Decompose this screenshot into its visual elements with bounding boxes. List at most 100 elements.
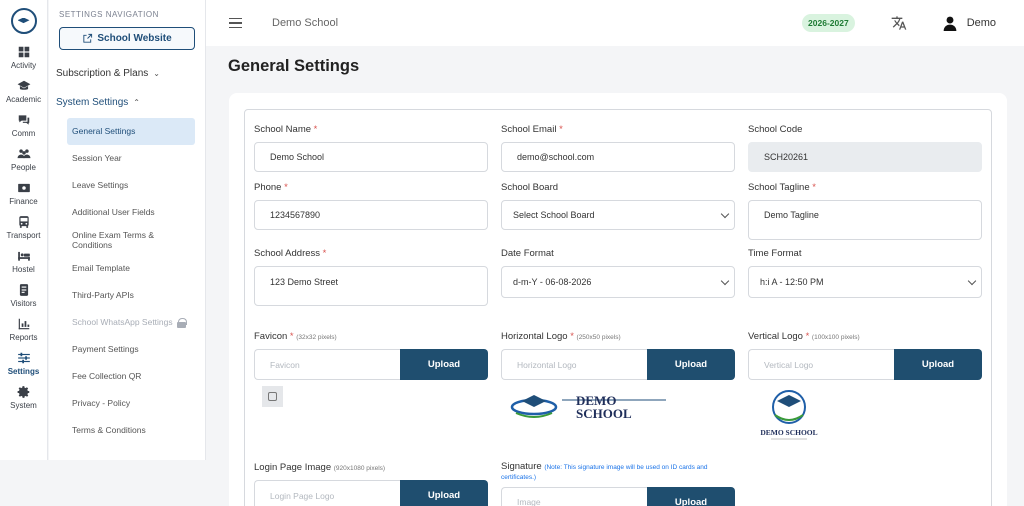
horizontal-logo-upload: Horizontal Logo Upload	[501, 349, 735, 380]
settings-nav-item-label: Privacy - Policy	[72, 397, 131, 408]
rail-item-label: Visitors	[10, 298, 37, 308]
session-year-badge[interactable]: 2026-2027	[802, 14, 855, 32]
rail-item-label: Academic	[5, 94, 42, 104]
school-board-value: Select School Board	[513, 210, 595, 220]
login-image-file-input[interactable]: Login Page Logo	[254, 480, 400, 506]
rail-item-academic[interactable]: Academic	[0, 74, 47, 108]
settings-nav-item-online-exam-terms-conditions[interactable]: Online Exam Terms & Conditions	[67, 226, 195, 255]
school-website-button[interactable]: School Website	[59, 27, 195, 50]
signature-label: Signature	[501, 461, 542, 472]
horizontal-logo-file-input[interactable]: Horizontal Logo	[501, 349, 647, 380]
horizontal-logo-hint: (250x50 pixels)	[576, 334, 621, 341]
school-tagline-textarea[interactable]: Demo Tagline	[748, 200, 982, 240]
chevron-down-icon	[720, 276, 730, 285]
general-settings-form: School Name * Demo School School Email *…	[244, 109, 992, 506]
rail-item-label: Hostel	[12, 264, 35, 274]
school-email-label: School Email	[501, 124, 557, 135]
demo-school-vertical-logo: DEMO SCHOOL	[760, 390, 818, 440]
settings-nav-item-additional-user-fields[interactable]: Additional User Fields	[67, 199, 195, 226]
required-mark: *	[313, 124, 318, 135]
settings-nav-item-privacy-policy[interactable]: Privacy - Policy	[67, 390, 195, 417]
subscription-plans-label: Subscription & Plans	[56, 68, 149, 79]
system-settings-group[interactable]: System Settings ⌃	[56, 97, 205, 108]
sliders-icon	[17, 352, 30, 363]
rail-item-visitors[interactable]: Visitors	[0, 278, 47, 312]
settings-nav-item-session-year[interactable]: Session Year	[67, 145, 195, 172]
lock-icon	[176, 317, 187, 328]
school-address-field: School Address * 123 Demo Street	[254, 248, 488, 306]
phone-label: Phone	[254, 182, 282, 193]
settings-nav-title: SETTINGS NAVIGATION	[59, 10, 159, 19]
settings-nav-item-general-settings[interactable]: General Settings	[67, 118, 195, 145]
grid-icon	[18, 46, 29, 57]
signature-file-input[interactable]: Image	[501, 486, 647, 506]
settings-nav-item-third-party-apis[interactable]: Third-Party APIs	[67, 282, 195, 309]
rail-item-reports[interactable]: Reports	[0, 312, 47, 346]
required-mark: *	[284, 182, 288, 193]
rail-item-finance[interactable]: Finance	[0, 176, 47, 210]
rail-item-label: Activity	[10, 60, 37, 70]
school-address-label: School Address	[254, 248, 321, 259]
school-address-textarea[interactable]: 123 Demo Street	[254, 266, 488, 306]
vertical-logo-preview: DEMO SCHOOL	[757, 385, 821, 445]
header-school-name: Demo School	[272, 17, 339, 29]
rail-item-transport[interactable]: Transport	[0, 210, 47, 244]
rail-item-system[interactable]: System	[0, 380, 47, 414]
settings-nav-item-leave-settings[interactable]: Leave Settings	[67, 172, 195, 199]
user-avatar-icon[interactable]	[943, 16, 957, 31]
graduation-cap-icon	[17, 80, 30, 90]
horizontal-logo-field: Horizontal Logo * (250x50 pixels) Horizo…	[501, 331, 735, 380]
signature-upload-button[interactable]: Upload	[647, 486, 735, 506]
translate-icon[interactable]	[891, 15, 907, 31]
horizontal-logo-upload-button[interactable]: Upload	[647, 349, 735, 380]
settings-nav-item-terms-conditions[interactable]: Terms & Conditions	[67, 417, 195, 444]
rail-item-activity[interactable]: Activity	[0, 40, 47, 74]
vertical-logo-field: Vertical Logo * (100x100 pixels) Vertica…	[748, 331, 982, 380]
favicon-upload-button[interactable]: Upload	[400, 349, 488, 380]
demo-school-horizontal-logo: DEMO SCHOOL	[510, 393, 666, 421]
rail-item-settings[interactable]: Settings	[0, 346, 47, 380]
school-board-select[interactable]: Select School Board	[501, 200, 735, 230]
date-format-value: d-m-Y - 06-08-2026	[513, 277, 592, 287]
rail-item-label: People	[11, 162, 36, 172]
required-mark: *	[805, 331, 810, 342]
vertical-logo-hint: (100x100 pixels)	[811, 334, 860, 341]
system-settings-list: General Settings Session Year Leave Settin…	[49, 118, 205, 444]
menu-toggle-icon[interactable]	[229, 17, 242, 29]
id-card-icon	[19, 283, 28, 296]
school-name-input[interactable]: Demo School	[254, 142, 488, 172]
phone-input[interactable]: 1234567890	[254, 200, 488, 230]
time-format-select[interactable]: h:i A - 12:50 PM	[748, 266, 982, 298]
date-format-select[interactable]: d-m-Y - 06-08-2026	[501, 266, 735, 298]
rail-item-people[interactable]: People	[0, 142, 47, 176]
vertical-logo-label: Vertical Logo	[748, 331, 803, 342]
rail-item-label: Reports	[9, 332, 38, 342]
subscription-plans-group[interactable]: Subscription & Plans ⌄	[56, 68, 205, 79]
settings-navigation: SETTINGS NAVIGATION School Website Subsc…	[49, 0, 206, 460]
required-mark: *	[812, 182, 816, 193]
school-logo[interactable]	[0, 8, 47, 34]
rail-item-label: Settings	[7, 366, 40, 376]
rail-item-hostel[interactable]: Hostel	[0, 244, 47, 278]
chevron-down-icon: ⌄	[153, 69, 160, 78]
settings-nav-item-payment-settings[interactable]: Payment Settings	[67, 336, 195, 363]
required-mark: *	[289, 331, 294, 342]
favicon-file-input[interactable]: Favicon	[254, 349, 400, 380]
settings-nav-item-school-whatsapp-settings: School WhatsApp Settings	[67, 309, 195, 336]
user-name[interactable]: Demo	[967, 17, 996, 29]
rail-item-label: Comm	[11, 128, 36, 138]
settings-nav-item-email-template[interactable]: Email Template	[67, 255, 195, 282]
school-email-input[interactable]: demo@school.com	[501, 142, 735, 172]
signature-upload: Image Upload	[501, 486, 735, 506]
chart-icon	[18, 318, 29, 329]
login-image-upload-button[interactable]: Upload	[400, 480, 488, 506]
settings-nav-item-label: Leave Settings	[72, 179, 129, 190]
vertical-logo-upload-button[interactable]: Upload	[894, 349, 982, 380]
settings-nav-item-label: Terms & Conditions	[72, 424, 146, 435]
rail-item-comm[interactable]: Comm	[0, 108, 47, 142]
school-email-field: School Email * demo@school.com	[501, 124, 735, 172]
vertical-logo-file-input[interactable]: Vertical Logo	[748, 349, 894, 380]
rail-item-label: Finance	[9, 196, 38, 206]
settings-nav-item-fee-collection-qr[interactable]: Fee Collection QR	[67, 363, 195, 390]
horizontal-logo-preview: DEMO SCHOOL	[506, 389, 676, 423]
